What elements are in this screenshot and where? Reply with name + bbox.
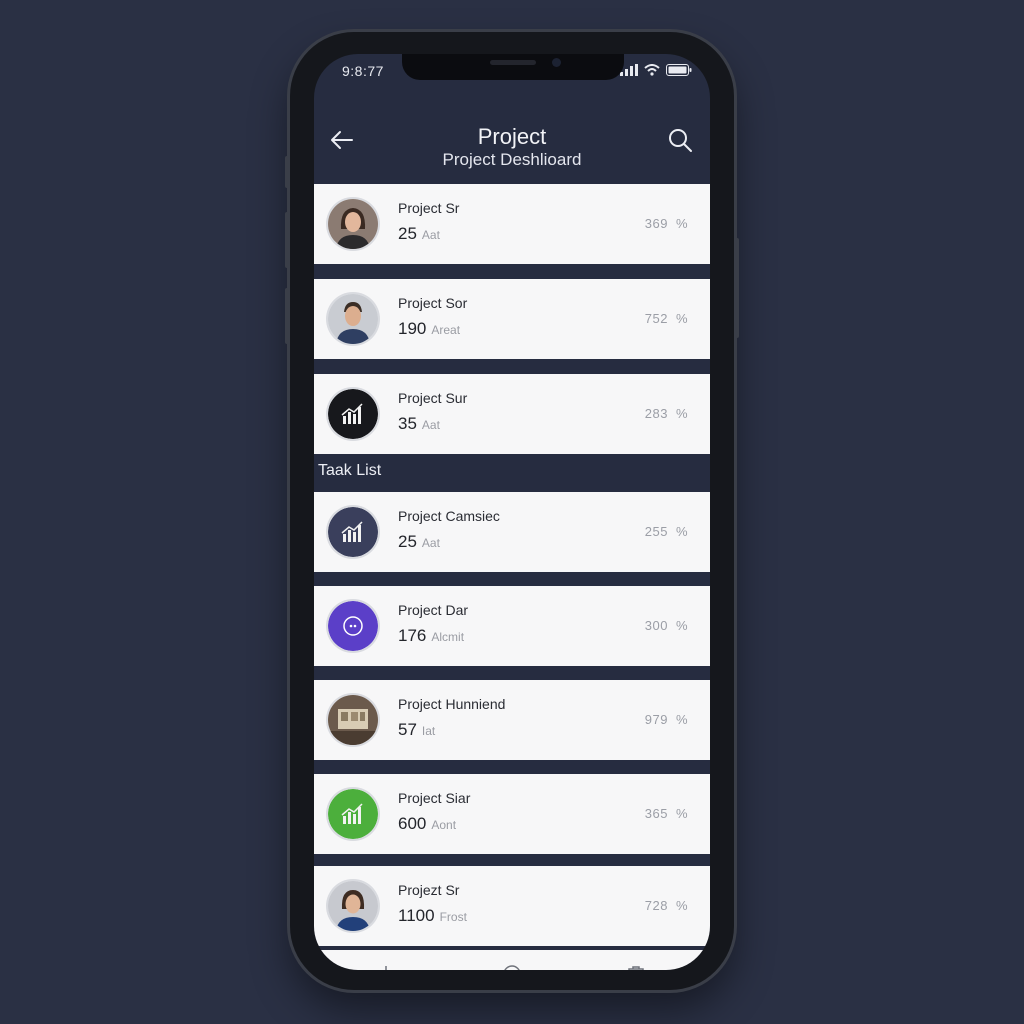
person-photo-icon [328, 294, 378, 344]
project-percent: 283% [644, 406, 688, 421]
volume-up-button [285, 212, 289, 268]
avatar [328, 199, 378, 249]
project-percent: 369% [644, 216, 688, 231]
project-name: Project Sur [398, 390, 468, 406]
task-card[interactable]: Projezt Sr 1100 Frost 728% [314, 866, 710, 946]
project-card[interactable]: Project Sor 190 Areat 752% [314, 279, 710, 359]
avatar [328, 507, 378, 557]
bar-chart-icon [328, 789, 378, 839]
share-icon [381, 966, 387, 970]
tab-home[interactable] [500, 962, 524, 970]
task-name: Project Camsiec [398, 508, 500, 524]
page-title: Project [477, 124, 547, 149]
avatar [328, 601, 378, 651]
task-count: 176 Alcmit [398, 626, 465, 645]
avatar [328, 789, 378, 839]
tab-bar [314, 950, 710, 970]
badge-icon [328, 601, 378, 651]
wifi-icon [644, 64, 660, 76]
project-count: 190 Areat [398, 319, 461, 338]
avatar [328, 294, 378, 344]
task-list-heading: Taak List [318, 462, 382, 479]
speaker [490, 60, 536, 65]
task-percent: 365% [644, 806, 688, 821]
avatar [328, 881, 378, 931]
project-card[interactable]: Project Sur 35 Aat 283% [314, 374, 710, 454]
app-header: Project Project Deshlioard [314, 98, 710, 182]
bar-chart-icon [328, 389, 378, 439]
task-percent: 255% [644, 524, 688, 539]
task-percent: 728% [644, 898, 688, 913]
tab-share[interactable] [374, 962, 398, 970]
power-button [735, 238, 739, 338]
battery-icon [666, 64, 692, 76]
camera [552, 58, 561, 67]
avatar [328, 389, 378, 439]
project-count: 25 Aat [398, 224, 440, 243]
clipboard-icon [628, 966, 644, 970]
task-count: 600 Aont [398, 814, 457, 833]
task-name: Project Hunniend [398, 696, 506, 712]
task-card[interactable]: Project Camsiec 25 Aat 255% [314, 492, 710, 572]
task-name: Project Dar [398, 602, 469, 618]
task-count: 1100 Frost [398, 906, 467, 925]
home-circle-icon [504, 965, 520, 970]
task-count: 57 Iat [398, 720, 436, 739]
project-name: Project Sr [398, 200, 460, 216]
phone-frame: 9:8:77 Project Project Deshlioard Projec… [285, 32, 739, 990]
task-name: Project Siar [398, 790, 471, 806]
search-icon [669, 129, 692, 152]
tab-clipboard[interactable] [624, 962, 648, 970]
task-count: 25 Aat [398, 532, 440, 551]
project-percent: 752% [644, 311, 688, 326]
status-time: 9:8:77 [342, 63, 384, 79]
task-card[interactable]: Project Hunniend 57 Iat 979% [314, 680, 710, 760]
project-count: 35 Aat [398, 414, 440, 433]
side-button [285, 156, 289, 188]
task-card[interactable]: Project Siar 600 Aont 365% [314, 774, 710, 854]
task-percent: 979% [644, 712, 688, 727]
search-button[interactable] [666, 126, 694, 154]
bar-chart-icon [328, 507, 378, 557]
project-name: Project Sor [398, 295, 468, 311]
volume-down-button [285, 288, 289, 344]
person-photo-icon [328, 881, 378, 931]
room-photo-icon [328, 695, 378, 745]
task-name: Projezt Sr [398, 882, 460, 898]
app-screen: 9:8:77 Project Project Deshlioard Projec… [314, 54, 710, 970]
notch [402, 54, 624, 80]
task-card[interactable]: Project Dar 176 Alcmit 300% [314, 586, 710, 666]
person-photo-icon [328, 199, 378, 249]
project-card[interactable]: Project Sr 25 Aat 369% [314, 184, 710, 264]
avatar [328, 695, 378, 745]
page-subtitle: Project Deshlioard [442, 150, 582, 169]
task-percent: 300% [644, 618, 688, 633]
status-icons [620, 64, 692, 76]
